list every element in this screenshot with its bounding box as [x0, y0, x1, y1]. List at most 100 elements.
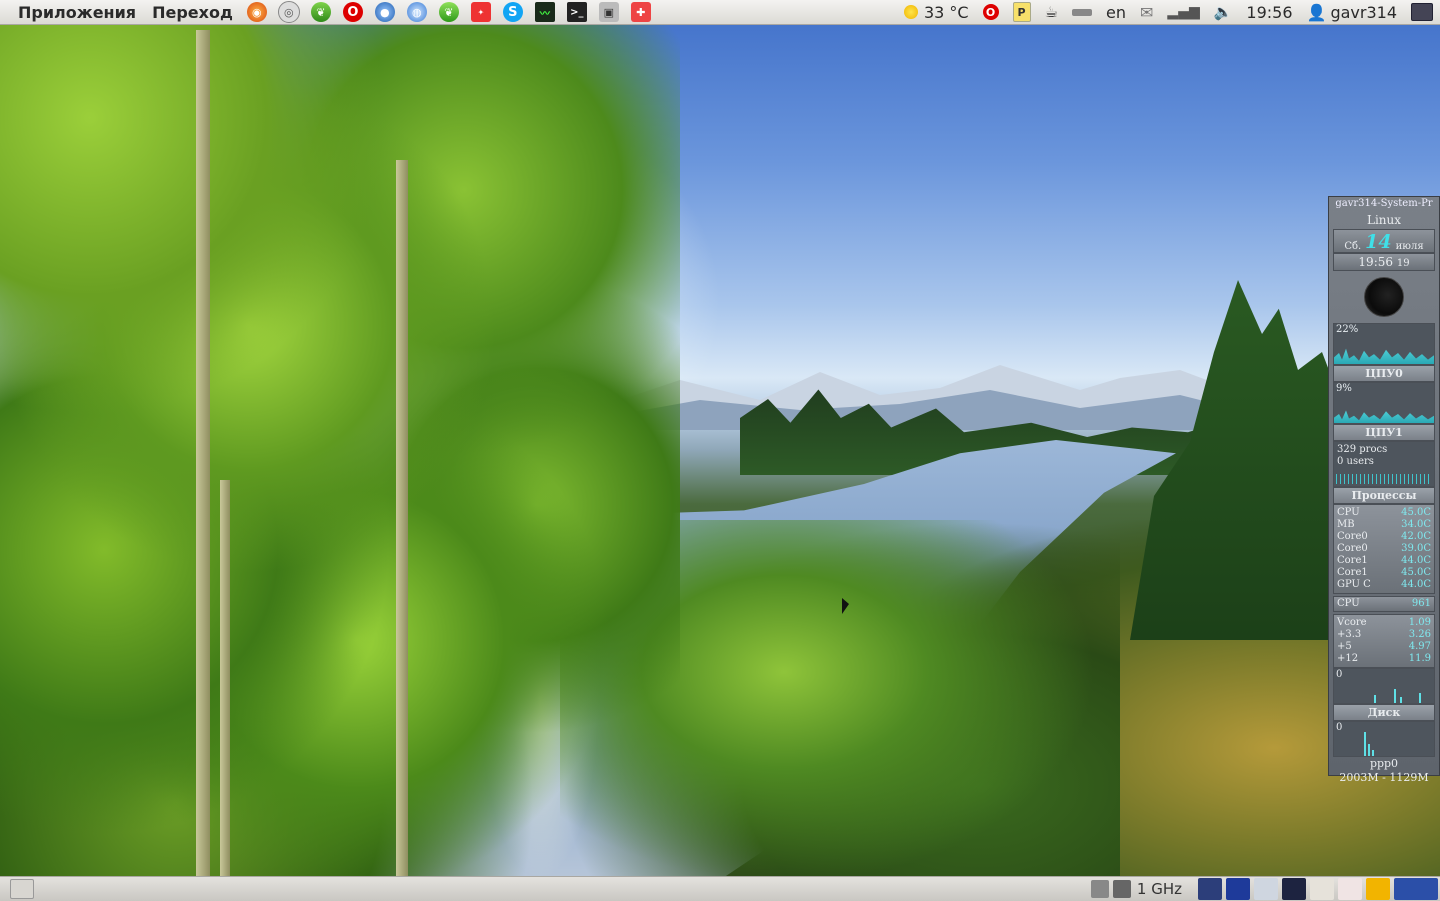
weather-applet[interactable]: 33 °C	[903, 2, 969, 22]
cpu0-graph	[1334, 348, 1434, 364]
processes-label: Процессы	[1333, 487, 1435, 504]
fan-sensor: CPU 961	[1333, 596, 1435, 612]
sensor-row: Core0 39.0C	[1337, 543, 1431, 554]
memory-usage: 2003M - 1129M	[1339, 771, 1429, 784]
processes-chart[interactable]: 329 procs 0 users	[1333, 441, 1435, 487]
net-value: 0	[1336, 722, 1343, 733]
night-icon[interactable]	[1282, 878, 1306, 900]
leaf2-icon[interactable]: ❦	[437, 1, 461, 23]
sensor-row: GPU C 44.0C	[1337, 579, 1431, 590]
user-menu[interactable]: 👤 gavr314	[1307, 3, 1397, 22]
network-chart[interactable]: 0	[1333, 721, 1435, 757]
net-spike	[1364, 732, 1366, 756]
voltage-row: +3.3 3.26	[1337, 629, 1431, 640]
tree-trunk	[396, 160, 408, 880]
cpu-frequency[interactable]: 1 GHz	[1137, 880, 1182, 898]
clock[interactable]: 19:56	[1246, 3, 1292, 22]
aspen-trees	[0, 10, 680, 900]
net-spike	[1368, 744, 1370, 756]
clock-seconds: 19	[1396, 258, 1410, 269]
disk-label: Диск	[1333, 704, 1435, 721]
tree-trunk	[220, 480, 230, 880]
keyboard-layout[interactable]: en	[1106, 3, 1126, 22]
browser-icon[interactable]: ◍	[405, 1, 429, 23]
calendar-icon[interactable]	[1310, 878, 1334, 900]
gkrellm-monitor[interactable]: gavr314-System-Pr Linux Сб. 14 июля 19:5…	[1328, 196, 1440, 784]
workspace-switcher[interactable]	[1394, 878, 1438, 900]
network-signal-icon[interactable]: ▂▄▆	[1167, 4, 1199, 20]
net-label: ppp0	[1369, 757, 1399, 770]
applications-menu[interactable]: Приложения	[0, 3, 144, 22]
day-of-month: 14	[1365, 231, 1392, 253]
user-icon: 👤	[1306, 2, 1327, 22]
disk-value: 0	[1336, 669, 1343, 680]
procs-count: 329 procs	[1337, 444, 1388, 455]
top-panel: Приложения Переход ◉ ◎ ❦ O ● ◍ ❦ ✦ S 〰 >…	[0, 0, 1440, 25]
cpu1-chart[interactable]: 9%	[1333, 382, 1435, 424]
calendar: Сб. 14 июля	[1333, 229, 1435, 253]
disk-chart[interactable]: 0	[1333, 668, 1435, 704]
system-tray: 33 °C O P ☕ en ✉ ▂▄▆ 🔈 19:56 👤 gavr314	[897, 0, 1440, 24]
voltage-row: Vcore 1.09	[1337, 617, 1431, 628]
coffee-icon[interactable]: ☕	[1045, 3, 1058, 21]
grid-icon[interactable]	[1366, 878, 1390, 900]
volume-icon[interactable]: 🔈	[1214, 3, 1233, 21]
moon-icon	[1364, 277, 1404, 317]
sensor-row: Core1 45.0C	[1337, 567, 1431, 578]
mail-icon[interactable]: ✉	[1140, 3, 1153, 22]
show-desktop-button[interactable]	[10, 879, 34, 899]
net-spike	[1372, 750, 1374, 756]
cpu1-percent: 9%	[1336, 383, 1352, 394]
monitor-icon[interactable]: ◎	[277, 1, 301, 23]
sensor-row: Core1 44.0C	[1337, 555, 1431, 566]
weather-temperature: 33 °C	[923, 2, 969, 22]
writer-icon[interactable]	[1226, 878, 1250, 900]
shutdown-icon[interactable]	[1411, 3, 1433, 21]
cpu0-chart[interactable]: 22%	[1333, 323, 1435, 365]
voltage-row: +12 11.9	[1337, 653, 1431, 664]
opera-icon[interactable]: O	[341, 1, 365, 23]
sensor-row: MB 34.0C	[1337, 519, 1431, 530]
gkrellm-title: gavr314-System-Pr	[1335, 198, 1433, 209]
voltage-row: +5 4.97	[1337, 641, 1431, 652]
notes-icon[interactable]	[1338, 878, 1362, 900]
moon-phase	[1329, 271, 1439, 323]
clock-display: 19:56 19	[1333, 253, 1435, 271]
skype-icon[interactable]: S	[501, 1, 525, 23]
bottom-panel: 1 GHz	[0, 876, 1440, 901]
desktop-wallpaper	[0, 0, 1440, 900]
sensor-row: Core0 42.0C	[1337, 531, 1431, 542]
cpu1-label: ЦПУ1	[1333, 424, 1435, 441]
tree-trunk	[196, 30, 210, 880]
parking-icon[interactable]: P	[1012, 2, 1031, 22]
leaf-icon[interactable]: ❦	[309, 1, 333, 23]
app-icon[interactable]: ✚	[629, 1, 653, 23]
cpu-freq-icon[interactable]	[1112, 880, 1131, 898]
camera-icon[interactable]: ▣	[597, 1, 621, 23]
os-name: Linux	[1366, 213, 1402, 227]
bottom-tray: 1 GHz	[1089, 877, 1440, 901]
firefox-icon[interactable]: ◉	[245, 1, 269, 23]
places-menu[interactable]: Переход	[144, 3, 241, 22]
cpu0-percent: 22%	[1336, 324, 1359, 335]
system-monitor-icon[interactable]: 〰	[533, 1, 557, 23]
user-name: gavr314	[1330, 2, 1397, 22]
disc-icon[interactable]: ●	[373, 1, 397, 23]
badge-icon[interactable]: ✦	[469, 1, 493, 23]
keyboard-icon[interactable]	[1072, 8, 1093, 16]
sensor-row: CPU 45.0C	[1337, 507, 1431, 518]
users-count: 0 users	[1337, 456, 1374, 467]
disk-spike	[1374, 695, 1376, 703]
opera-tray-icon[interactable]: O	[982, 4, 999, 20]
weekday: Сб.	[1344, 241, 1362, 252]
clock-time: 19:56	[1358, 255, 1394, 269]
sun-icon	[903, 5, 918, 19]
month: июля	[1395, 241, 1424, 252]
compiz-icon[interactable]	[1198, 878, 1222, 900]
terminal-icon[interactable]: >_	[565, 1, 589, 23]
fan-row: CPU 961	[1337, 598, 1431, 609]
trash-icon[interactable]	[1090, 880, 1109, 898]
star-icon[interactable]	[1254, 878, 1278, 900]
voltage-sensors: Vcore 1.09 +3.3 3.26 +5 4.97 +12 11.9	[1333, 614, 1435, 668]
mouse-cursor	[842, 598, 849, 614]
